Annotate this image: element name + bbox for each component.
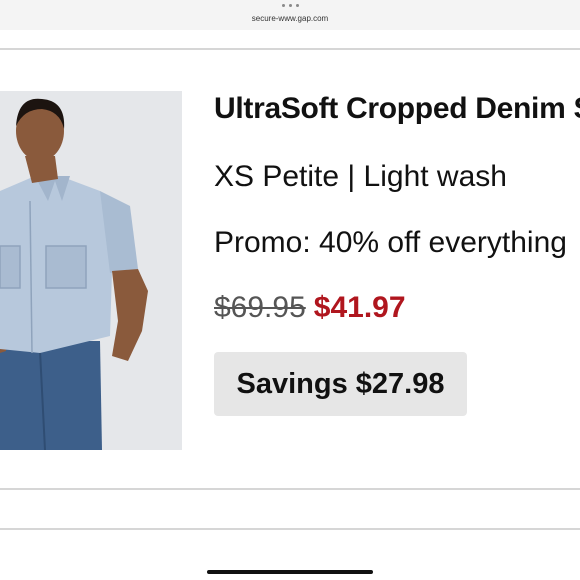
original-price: $69.95 xyxy=(214,291,306,324)
browser-address-bar: secure-www.gap.com xyxy=(0,0,580,30)
divider xyxy=(0,528,580,530)
page: secure-www.gap.com UltraSoft Cropped Den… xyxy=(0,0,580,580)
divider xyxy=(0,48,580,50)
sale-price: $41.97 xyxy=(313,291,406,324)
divider xyxy=(0,488,580,490)
price-row: $69.95 $41.97 xyxy=(214,291,406,325)
home-indicator[interactable] xyxy=(207,570,373,574)
savings-badge: Savings $27.98 xyxy=(214,352,467,416)
product-image[interactable] xyxy=(0,91,182,450)
product-title[interactable]: UltraSoft Cropped Denim Shirt xyxy=(214,92,580,126)
promo-text: Promo: 40% off everything xyxy=(214,226,567,259)
more-dots-icon[interactable] xyxy=(0,4,580,7)
product-variant: XS Petite | Light wash xyxy=(214,160,507,193)
product-photo-icon xyxy=(0,91,182,450)
url-text[interactable]: secure-www.gap.com xyxy=(0,14,580,23)
